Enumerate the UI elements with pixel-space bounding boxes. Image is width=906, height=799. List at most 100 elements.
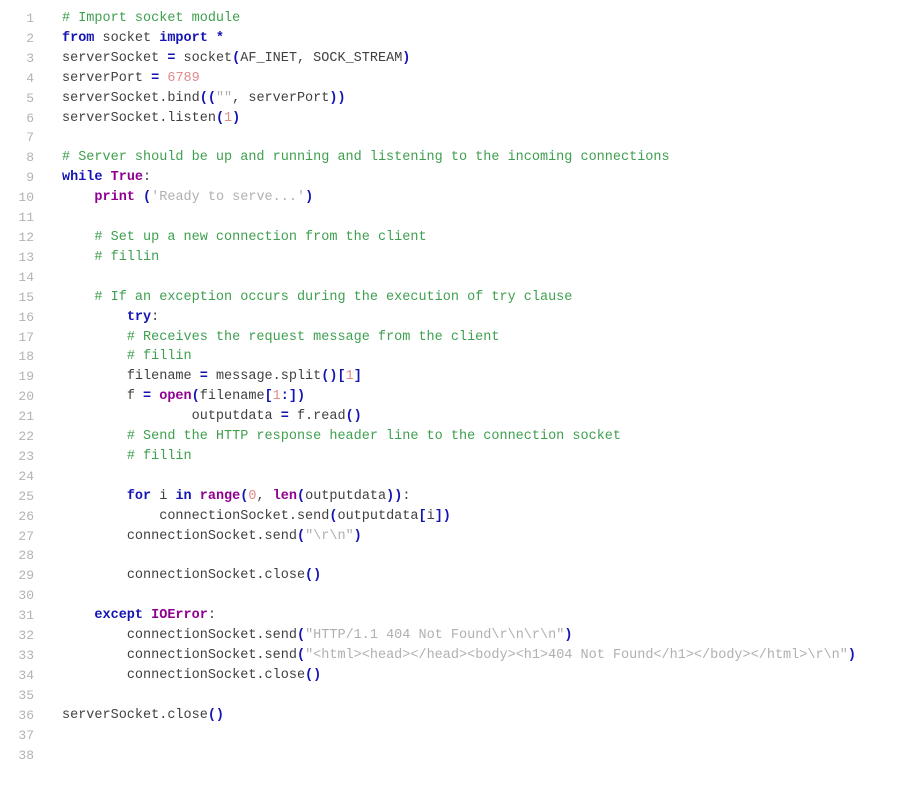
code-token-plain: message.split: [207, 369, 322, 385]
code-token-plain: filename: [199, 389, 265, 405]
code-token-operator: =: [280, 409, 289, 425]
code-token-punct: :: [151, 309, 160, 325]
code-token-bracket: (): [345, 409, 362, 425]
code-line-content: filename = message.split()[1]: [34, 367, 906, 387]
code-line[interactable]: 6 serverSocket.listen(1): [0, 109, 906, 129]
code-token-bracket: ): [564, 628, 573, 644]
code-token-bracket: (): [305, 667, 322, 683]
code-line[interactable]: 7: [0, 128, 906, 148]
code-line[interactable]: 18 # fillin: [0, 347, 906, 367]
code-token-bracket: ]): [434, 508, 451, 524]
code-token-constant: True: [110, 170, 144, 186]
code-line[interactable]: 35: [0, 686, 906, 706]
code-token-operator: =: [143, 389, 152, 405]
code-token-comment: # Import socket module: [62, 11, 241, 26]
line-number: 1: [26, 11, 34, 26]
code-line-content: except IOError:: [34, 606, 906, 626]
code-line[interactable]: 37: [0, 726, 906, 746]
code-line[interactable]: 22 # Send the HTTP response header line …: [0, 427, 906, 447]
code-token-plain: i: [151, 488, 176, 504]
code-line-content: serverSocket.bind(("", serverPort)): [34, 89, 906, 109]
line-number: 6: [26, 110, 34, 126]
code-line[interactable]: 19 filename = message.split()[1]: [0, 367, 906, 387]
code-line[interactable]: 34 connectionSocket.close(): [0, 666, 906, 686]
code-line[interactable]: 4 serverPort = 6789: [0, 69, 906, 89]
code-token-plain: i: [426, 508, 435, 524]
line-number: 21: [18, 409, 34, 425]
code-token-bracket: ): [402, 50, 411, 66]
code-line-content: while True:: [34, 168, 906, 188]
code-token-keyword: in: [175, 488, 192, 504]
line-number: 4: [26, 70, 34, 86]
code-listing[interactable]: 1 # Import socket module 2 from socket impo…: [0, 0, 906, 765]
code-line-content: connectionSocket.close(): [34, 666, 906, 686]
code-line[interactable]: 11: [0, 208, 906, 228]
code-token-builtin: range: [199, 488, 241, 504]
code-line-content: # Import socket module: [34, 9, 906, 29]
line-number: 32: [18, 628, 34, 644]
line-number: 13: [18, 249, 34, 265]
code-line-content: [34, 467, 906, 487]
line-number: 30: [18, 588, 34, 604]
code-token-keyword: for: [126, 488, 152, 504]
line-number: 11: [18, 210, 34, 226]
code-line[interactable]: 14: [0, 268, 906, 288]
code-token-keyword: try: [126, 309, 152, 325]
code-token-plain: f.read: [288, 409, 346, 425]
code-line[interactable]: 28: [0, 546, 906, 566]
code-token-builtin: print: [94, 190, 135, 206]
code-line[interactable]: 29 connectionSocket.close(): [0, 566, 906, 586]
code-line[interactable]: 31 except IOError:: [0, 606, 906, 626]
code-line[interactable]: 26 connectionSocket.send(outputdata[i]): [0, 507, 906, 527]
code-line[interactable]: 25 for i in range(0, len(outputdata)):: [0, 487, 906, 507]
code-line[interactable]: 10 print ('Ready to serve...'): [0, 188, 906, 208]
code-line[interactable]: 36 serverSocket.close(): [0, 706, 906, 726]
code-line-content: outputdata = f.read(): [34, 407, 906, 427]
code-line-content: # Server should be up and running and li…: [34, 148, 906, 168]
code-line-content: connectionSocket.send("<html><head></hea…: [34, 646, 906, 666]
code-line[interactable]: 16 try:: [0, 308, 906, 328]
code-line[interactable]: 21 outputdata = f.read(): [0, 407, 906, 427]
code-line[interactable]: 17 # Receives the request message from t…: [0, 328, 906, 348]
code-line[interactable]: 3 serverSocket = socket(AF_INET, SOCK_STR…: [0, 49, 906, 69]
code-line-content: serverPort = 6789: [34, 69, 906, 89]
code-line[interactable]: 32 connectionSocket.send("HTTP/1.1 404 N…: [0, 626, 906, 646]
code-token-string: "": [215, 90, 233, 106]
code-line[interactable]: 38: [0, 746, 906, 766]
code-line-content: [34, 746, 906, 766]
code-token-operator: =: [199, 369, 208, 385]
code-token-plain: outputdata: [62, 409, 281, 425]
code-line[interactable]: 20 f = open(filename[1:]): [0, 387, 906, 407]
code-line[interactable]: 9 while True:: [0, 168, 906, 188]
code-token-comment: # Receives the request message from the …: [126, 329, 500, 345]
code-line[interactable]: 30: [0, 586, 906, 606]
code-line[interactable]: 33 connectionSocket.send("<html><head></…: [0, 646, 906, 666]
code-token-keyword: except: [94, 608, 144, 624]
code-token-plain: serverSocket.bind: [62, 90, 200, 106]
code-line[interactable]: 23 # fillin: [0, 447, 906, 467]
code-line[interactable]: 2 from socket import *: [0, 29, 906, 49]
code-line[interactable]: 24: [0, 467, 906, 487]
code-line[interactable]: 15 # If an exception occurs during the e…: [0, 288, 906, 308]
code-line-content: # fillin: [34, 447, 906, 467]
code-line[interactable]: 8 # Server should be up and running and l…: [0, 148, 906, 168]
code-line-content: connectionSocket.send(outputdata[i]): [34, 507, 906, 527]
code-line[interactable]: 12 # Set up a new connection from the cl…: [0, 228, 906, 248]
code-token-number: 6789: [167, 70, 200, 86]
code-token-plain: serverSocket: [62, 50, 168, 66]
code-token-bracket: ): [353, 528, 362, 544]
code-token-plain: connectionSocket.send: [62, 528, 297, 544]
code-token-plain: outputdata: [337, 508, 419, 524]
code-line[interactable]: 5 serverSocket.bind(("", serverPort)): [0, 89, 906, 109]
code-line[interactable]: 27 connectionSocket.send("\r\n"): [0, 527, 906, 547]
code-token-comment: # Set up a new connection from the clien…: [94, 229, 427, 245]
code-line[interactable]: 13 # fillin: [0, 248, 906, 268]
line-number: 33: [18, 648, 34, 663]
code-token-bracket: (: [296, 528, 306, 544]
line-number: 28: [18, 548, 34, 564]
code-line[interactable]: 1 # Import socket module: [0, 9, 906, 29]
